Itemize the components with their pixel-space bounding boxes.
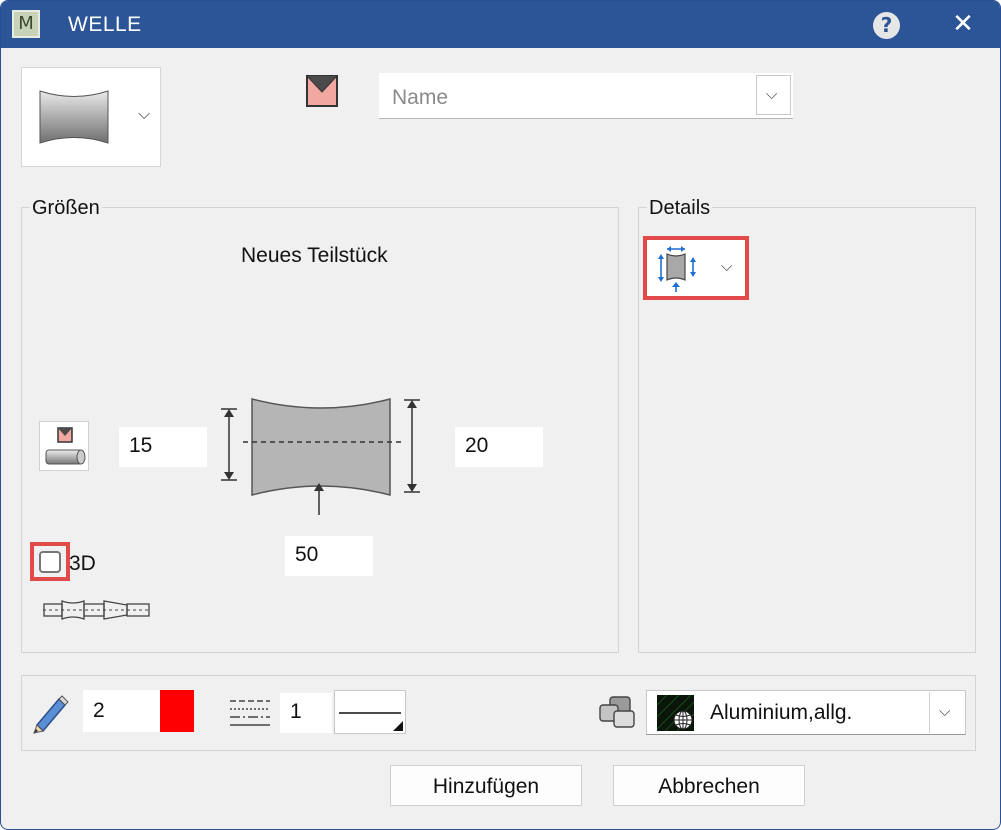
chevron-down-icon: ⌵ (766, 85, 778, 103)
length-input[interactable]: 50 (285, 536, 373, 576)
concave-shaft-segment-icon (39, 90, 109, 144)
name-dropdown-button[interactable]: ⌵ (756, 75, 791, 115)
cancel-button[interactable]: Abbrechen (613, 765, 805, 806)
left-diameter-input[interactable]: 15 (119, 427, 207, 467)
cylinder-marker-icon (45, 427, 86, 465)
line-style-preview-icon (339, 712, 403, 731)
line-type-icon (230, 700, 270, 726)
material-dropdown-button[interactable]: ⌵ (929, 692, 964, 733)
sizes-group-label: Größen (30, 197, 102, 220)
chevron-down-icon: ⌵ (721, 257, 733, 275)
window-title: WELLE (68, 13, 142, 36)
help-button[interactable]: ? (873, 12, 900, 39)
pen-width-input[interactable]: 2 (83, 690, 161, 732)
checkbox-3d-label: 3D (69, 552, 96, 575)
pink-marker-icon[interactable] (306, 75, 338, 107)
material-label: Aluminium,allg. (710, 701, 853, 724)
right-diameter-input[interactable]: 20 (455, 427, 543, 467)
checkbox-3d-highlight[interactable] (30, 542, 70, 581)
add-button[interactable]: Hinzufügen (390, 765, 582, 806)
details-select-dropdown[interactable]: ⌵ (643, 236, 749, 300)
cylinder-option-button[interactable] (39, 421, 89, 471)
name-combobox[interactable]: Name ⌵ (379, 73, 793, 119)
shaft-segment-diagram (221, 398, 420, 515)
dimension-shaft-icon (658, 246, 696, 292)
chevron-down-icon: ⌵ (138, 104, 151, 123)
line-type-input[interactable]: 1 (280, 693, 332, 733)
section-heading: Neues Teilstück (241, 244, 388, 267)
material-combobox[interactable]: Aluminium,allg. ⌵ (646, 690, 966, 735)
chevron-down-icon: ⌵ (939, 702, 951, 720)
name-input[interactable]: Name (392, 86, 448, 110)
title-bar: M WELLE ? ✕ (1, 1, 1000, 48)
material-layers-icon (599, 696, 635, 728)
checkbox-3d[interactable] (39, 551, 61, 573)
close-button[interactable]: ✕ (949, 9, 977, 39)
details-group-label: Details (647, 197, 713, 220)
dialog-window: M WELLE ? ✕ ⌵ Name ⌵ Größen Neues Teilst… (0, 0, 1001, 830)
pencil-icon (33, 695, 69, 734)
app-icon: M (12, 10, 40, 38)
material-hatch-icon (657, 695, 694, 731)
pen-color-swatch[interactable] (160, 690, 194, 732)
shaft-chain-icon (43, 600, 151, 620)
shape-select-dropdown[interactable]: ⌵ (21, 67, 161, 167)
line-style-select[interactable] (334, 690, 406, 734)
